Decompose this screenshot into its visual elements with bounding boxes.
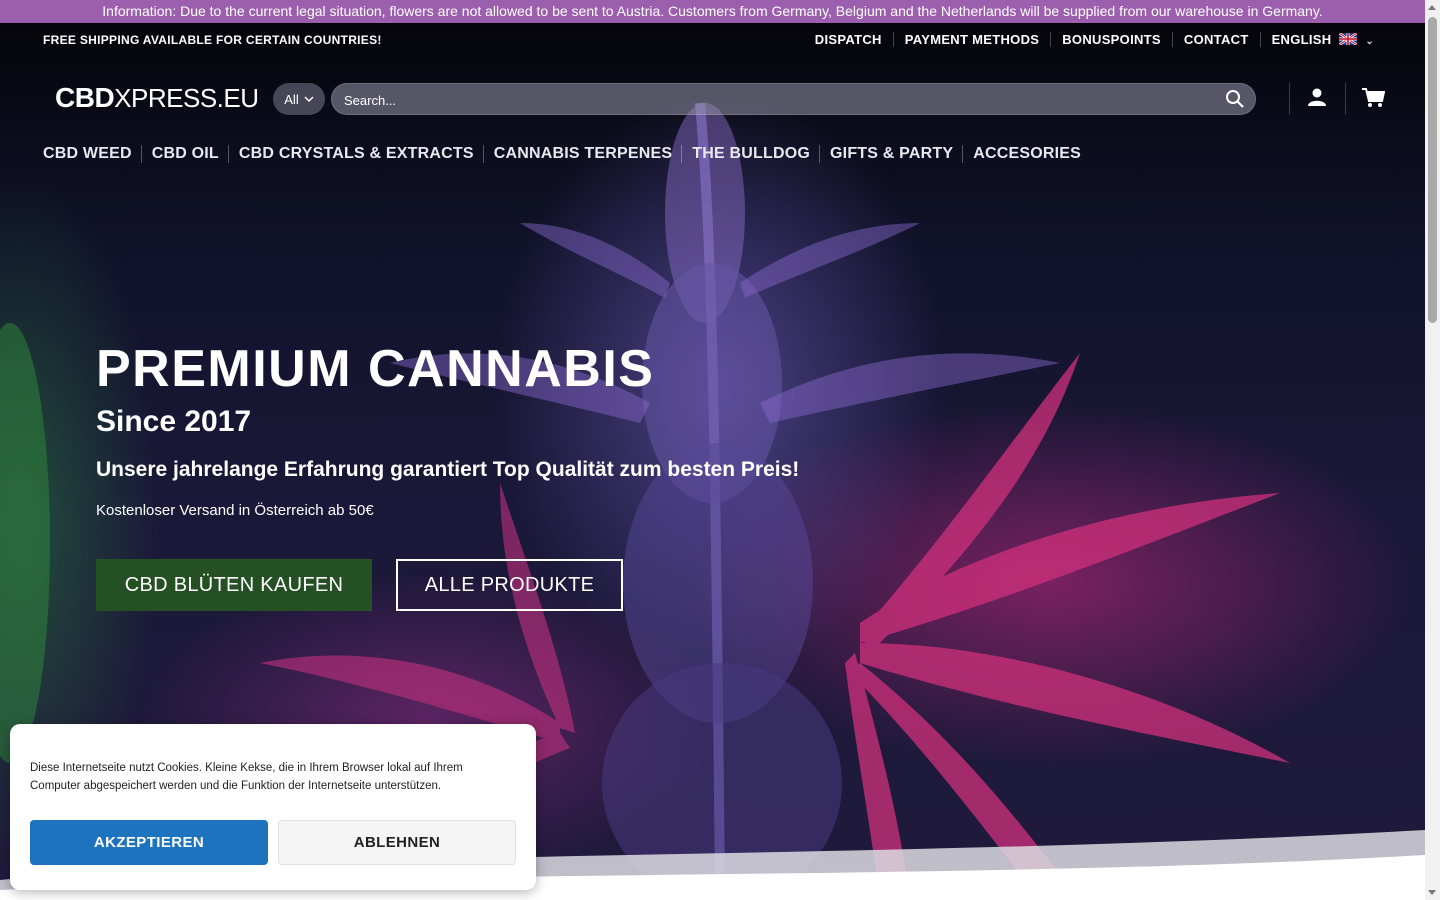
hero-title: PREMIUM CANNABIS	[96, 340, 655, 398]
chevron-down-icon	[304, 96, 314, 103]
search-icon[interactable]	[1225, 89, 1245, 109]
cookie-consent-dialog: Diese Internetseite nutzt Cookies. Klein…	[10, 724, 536, 890]
header-divider	[1345, 83, 1346, 115]
nav-item-cannabis-terpenes[interactable]: CANNABIS TERPENES	[494, 145, 683, 163]
hero-text: PREMIUM CANNABIS Since 2017 Unsere jahre…	[96, 340, 799, 519]
language-switcher[interactable]: ENGLISH ⌄	[1259, 32, 1385, 47]
top-link-payment-methods[interactable]: PAYMENT METHODS	[892, 32, 1051, 47]
nav-item-the-bulldog[interactable]: THE BULLDOG	[692, 145, 821, 163]
header-divider	[1289, 83, 1290, 115]
cookie-text: Diese Internetseite nutzt Cookies. Klein…	[30, 762, 463, 792]
logo-bold-text: CBD	[55, 82, 115, 113]
top-nav: DISPATCH PAYMENT METHODS BONUSPOINTS CON…	[804, 32, 1385, 47]
top-link-contact[interactable]: CONTACT	[1171, 32, 1260, 47]
top-link-bonuspoints[interactable]: BONUSPOINTS	[1050, 32, 1172, 47]
chevron-down-icon: ⌄	[1365, 36, 1374, 47]
hero-shipping-note: Kostenloser Versand in Österreich ab 50€	[96, 502, 374, 519]
site-header: CBDXPRESS.EU All	[0, 55, 1425, 145]
category-select[interactable]: All	[273, 83, 325, 115]
nav-item-cbd-weed[interactable]: CBD WEED	[43, 145, 142, 163]
free-shipping-text: FREE SHIPPING AVAILABLE FOR CERTAIN COUN…	[43, 33, 382, 47]
nav-item-cbd-crystals-extracts[interactable]: CBD CRYSTALS & EXTRACTS	[239, 145, 484, 163]
nav-item-gifts-party[interactable]: GIFTS & PARTY	[830, 145, 964, 163]
category-select-value: All	[284, 91, 299, 107]
page-scrollbar[interactable]	[1425, 0, 1440, 900]
top-link-dispatch[interactable]: DISPATCH	[804, 32, 893, 47]
scroll-down-arrow-icon[interactable]	[1428, 890, 1436, 895]
site-logo[interactable]: CBDXPRESS.EU	[55, 82, 259, 114]
nav-item-accesories[interactable]: ACCESORIES	[973, 145, 1090, 163]
all-products-button[interactable]: ALLE PRODUKTE	[396, 559, 623, 611]
nav-item-cbd-oil[interactable]: CBD OIL	[152, 145, 229, 163]
uk-flag-icon	[1339, 33, 1358, 45]
logo-rest-text: XPRESS.EU	[114, 83, 259, 113]
decline-cookies-button[interactable]: ABLEHNEN	[278, 820, 516, 865]
scroll-up-arrow-icon[interactable]	[1428, 5, 1436, 10]
user-icon[interactable]	[1307, 87, 1327, 107]
buy-cbd-flowers-button[interactable]: CBD BLÜTEN KAUFEN	[96, 559, 372, 611]
search-bar	[331, 83, 1256, 116]
scrollbar-thumb[interactable]	[1428, 17, 1437, 323]
hero-tagline: Unsere jahrelange Erfahrung garantiert T…	[96, 458, 800, 481]
main-navigation: CBD WEED CBD OIL CBD CRYSTALS & EXTRACTS…	[0, 145, 1425, 175]
language-label: ENGLISH	[1271, 32, 1332, 47]
hero-subtitle: Since 2017	[96, 405, 252, 438]
top-bar: FREE SHIPPING AVAILABLE FOR CERTAIN COUN…	[0, 23, 1425, 55]
search-input[interactable]	[342, 84, 1206, 116]
accept-cookies-button[interactable]: AKZEPTIEREN	[30, 820, 268, 865]
legal-notice-bar: Information: Due to the current legal si…	[0, 0, 1425, 23]
cart-icon[interactable]	[1361, 87, 1385, 109]
